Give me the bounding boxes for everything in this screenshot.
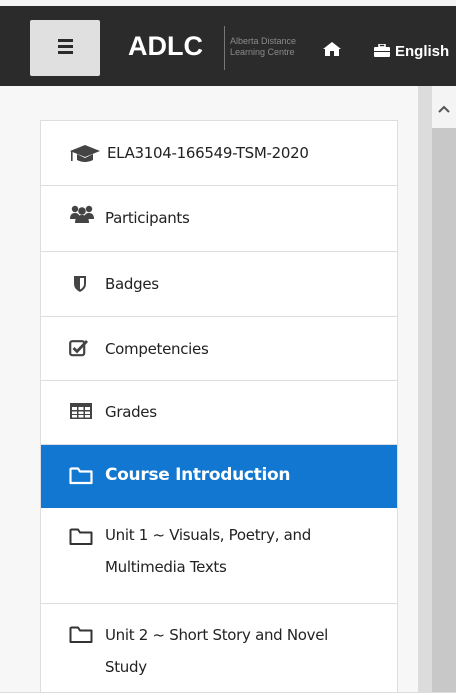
nav-item-unit-2[interactable]: Unit 2 ~ Short Story and Novel Study	[41, 604, 397, 693]
nav-item-grades[interactable]: Grades	[41, 381, 397, 445]
logo-subtitle: Alberta Distance Learning Centre	[230, 36, 297, 57]
nav-label: ELA3104-166549-TSM-2020	[107, 144, 309, 162]
nav-item-participants[interactable]: Participants	[41, 186, 397, 252]
nav-label: Participants	[105, 209, 190, 227]
home-icon[interactable]	[322, 41, 342, 61]
graduation-cap-icon	[69, 143, 101, 169]
language-menu[interactable]: English	[374, 43, 449, 61]
nav-label: Unit 2 ~ Short Story and Novel	[105, 626, 329, 644]
folder-icon	[69, 466, 93, 489]
nav-label: Course Introduction	[105, 465, 291, 485]
nav-label: Badges	[105, 275, 159, 293]
checkbox-icon	[69, 339, 89, 361]
nav-label: Grades	[105, 403, 157, 421]
briefcase-icon	[374, 43, 390, 61]
menu-toggle-button[interactable]	[30, 20, 100, 76]
site-logo[interactable]: ADLC	[128, 31, 203, 62]
top-navbar: ADLC Alberta Distance Learning Centre En…	[0, 0, 456, 86]
language-label: English	[395, 43, 450, 60]
nav-label: Study	[105, 658, 147, 676]
shield-icon	[73, 275, 87, 297]
nav-item-course[interactable]: ELA3104-166549-TSM-2020	[41, 121, 397, 186]
nav-label: Multimedia Texts	[105, 558, 227, 576]
nav-item-unit-1[interactable]: Unit 1 ~ Visuals, Poetry, and Multimedia…	[41, 508, 397, 604]
users-icon	[69, 204, 95, 228]
scrollbar-thumb[interactable]	[432, 128, 456, 692]
logo-divider	[224, 26, 225, 70]
nav-label: Unit 1 ~ Visuals, Poetry, and	[105, 526, 311, 544]
nav-item-competencies[interactable]: Competencies	[41, 317, 397, 381]
nav-label: Competencies	[105, 340, 209, 358]
folder-icon	[69, 527, 93, 550]
folder-icon	[69, 625, 93, 648]
nav-item-course-introduction[interactable]: Course Introduction	[41, 445, 397, 508]
table-icon	[69, 402, 93, 424]
chevron-up-icon[interactable]	[438, 98, 450, 117]
nav-item-badges[interactable]: Badges	[41, 252, 397, 317]
course-navigation: ELA3104-166549-TSM-2020 Participants Bad…	[40, 120, 398, 692]
